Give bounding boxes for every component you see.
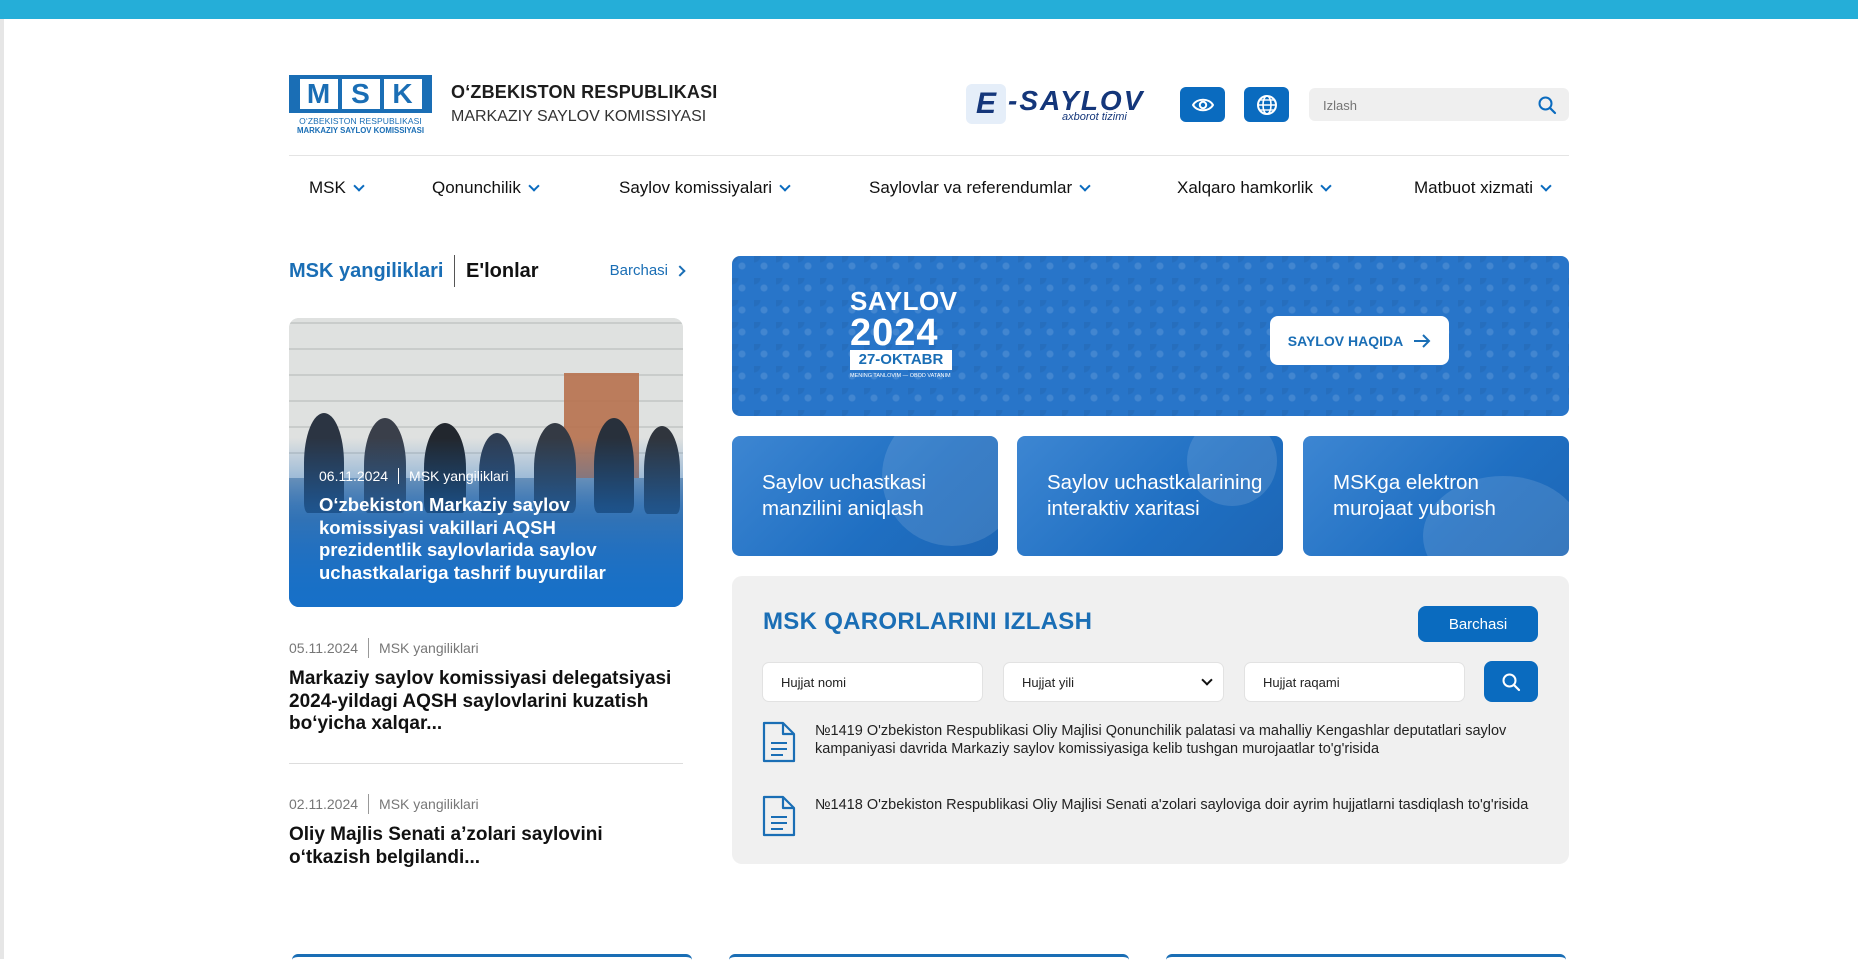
card-find-polling-station[interactable]: Saylov uchastkasi manzilini aniqlash <box>732 436 998 556</box>
doc-year-select[interactable]: Hujjat yili <box>1003 662 1224 702</box>
next-section-card-edge <box>292 954 692 962</box>
msk-logo[interactable]: M S K O‘ZBEKISTON RESPUBLIKASI MARKAZIY … <box>289 75 432 136</box>
chevron-down-icon <box>1540 180 1552 192</box>
chevron-down-icon <box>1201 674 1213 686</box>
news-meta: 02.11.2024 MSK yangiliklari <box>289 794 683 814</box>
document-icon <box>762 721 796 763</box>
nav-item-saylov-komissiyalari[interactable]: Saylov komissiyalari <box>619 178 791 198</box>
chevron-down-icon <box>353 180 365 192</box>
header-divider <box>289 155 1569 156</box>
nav-label: Xalqaro hamkorlik <box>1177 178 1314 197</box>
decisions-all-button[interactable]: Barchasi <box>1418 606 1538 642</box>
logo-letter-m: M <box>299 78 338 109</box>
page-container: M S K O‘ZBEKISTON RESPUBLIKASI MARKAZIY … <box>289 0 1569 959</box>
doc-name-field[interactable]: Hujjat nomi <box>762 662 983 702</box>
nav-label: Saylov komissiyalari <box>619 178 773 197</box>
news-all-label: Barchasi <box>609 262 668 279</box>
news-date: 02.11.2024 <box>289 796 359 812</box>
next-section-card-edge <box>1166 954 1566 962</box>
card-label: MSKga elektron murojaat yuborish <box>1333 471 1496 520</box>
doc-year-value: Hujjat yili <box>1022 674 1075 690</box>
chevron-down-icon <box>1079 180 1091 192</box>
logo-subtitle-2: MARKAZIY SAYLOV KOMISSIYASI <box>296 126 425 135</box>
esaylov-logo-link[interactable]: E -SAYLOV axborot tizimi <box>966 83 1146 125</box>
card-label: Saylov uchastkalarining interaktiv xarit… <box>1047 471 1263 520</box>
document-icon <box>762 795 796 837</box>
accessibility-button[interactable] <box>1180 87 1225 122</box>
nav-item-saylovlar[interactable]: Saylovlar va referendumlar <box>869 178 1091 198</box>
news-item[interactable]: 05.11.2024 MSK yangiliklari Markaziy say… <box>289 638 683 736</box>
featured-title[interactable]: O‘zbekiston Markaziy saylov komissiyasi … <box>319 494 659 584</box>
nav-item-xalqaro[interactable]: Xalqaro hamkorlik <box>1177 178 1332 198</box>
doc-number-field[interactable]: Hujjat raqami <box>1244 662 1465 702</box>
esaylov-subtitle: axborot tizimi <box>1062 111 1127 123</box>
banner-year: 2024 <box>850 312 939 354</box>
org-name-line1: O‘ZBEKISTON RESPUBLIKASI <box>451 82 718 102</box>
chevron-down-icon <box>779 180 791 192</box>
nav-label: Matbuot xizmati <box>1414 178 1534 197</box>
search-input[interactable] <box>1309 88 1545 123</box>
eye-icon <box>1191 98 1214 111</box>
saylov-haqida-label: SAYLOV HAQIDA <box>1287 332 1404 349</box>
news-item[interactable]: 02.11.2024 MSK yangiliklari Oliy Majlis … <box>289 794 683 869</box>
banner-date: 27-OKTABR <box>850 350 952 370</box>
card-electronic-appeal[interactable]: MSKga elektron murojaat yuborish <box>1303 436 1569 556</box>
org-name-line2: MARKAZIY SAYLOV KOMISSIYASI <box>451 108 707 125</box>
featured-category[interactable]: MSK yangiliklari <box>409 468 509 484</box>
tab-msk-news[interactable]: MSK yangiliklari <box>289 260 444 283</box>
logo-subtitle-1: O‘ZBEKISTON RESPUBLIKASI <box>299 116 422 126</box>
chevron-down-icon <box>528 180 540 192</box>
nav-item-matbuot[interactable]: Matbuot xizmati <box>1414 178 1552 198</box>
site-search <box>1309 88 1569 123</box>
meta-divider <box>368 638 370 658</box>
saylov-haqida-button[interactable]: SAYLOV HAQIDA <box>1270 316 1449 365</box>
next-section-card-edge <box>729 954 1129 962</box>
tab-announcements[interactable]: E'lonlar <box>466 260 539 283</box>
nav-label: Qonunchilik <box>432 178 521 197</box>
language-button[interactable] <box>1244 87 1289 122</box>
decision-title[interactable]: №1419 O'zbekiston Respublikasi Oliy Majl… <box>815 722 1535 758</box>
news-all-link[interactable]: Barchasi <box>609 262 686 279</box>
search-icon <box>1502 673 1521 691</box>
decisions-search-panel: MSK QARORLARINI IZLASH Barchasi Hujjat n… <box>732 576 1569 864</box>
arrow-right-icon <box>1414 333 1431 348</box>
featured-date: 06.11.2024 <box>319 468 389 484</box>
decisions-search-button[interactable] <box>1484 661 1538 702</box>
esaylov-e-icon: E <box>966 84 1006 124</box>
news-tabs: MSK yangiliklari E'lonlar Barchasi <box>289 255 686 287</box>
card-interactive-map[interactable]: Saylov uchastkalarining interaktiv xarit… <box>1017 436 1283 556</box>
nav-label: Saylovlar va referendumlar <box>869 178 1073 197</box>
chevron-down-icon <box>1320 180 1332 192</box>
news-date: 05.11.2024 <box>289 640 359 656</box>
decision-title[interactable]: №1418 O'zbekiston Respublikasi Oliy Majl… <box>815 796 1535 814</box>
nav-item-qonunchilik[interactable]: Qonunchilik <box>432 178 540 198</box>
news-category[interactable]: MSK yangiliklari <box>379 796 479 812</box>
news-title[interactable]: Oliy Majlis Senati a’zolari saylovini o‘… <box>289 824 683 869</box>
meta-divider <box>398 468 400 484</box>
tab-divider <box>454 255 455 287</box>
decisions-title: MSK QARORLARINI IZLASH <box>763 608 1093 635</box>
news-divider <box>289 763 683 764</box>
logo-letter-s: S <box>341 78 380 109</box>
globe-icon <box>1256 94 1277 115</box>
meta-divider <box>368 794 370 814</box>
logo-letter-k: K <box>383 78 422 109</box>
featured-news-card[interactable]: 06.11.2024 MSK yangiliklari O‘zbekiston … <box>289 318 683 607</box>
news-title[interactable]: Markaziy saylov komissiyasi delegatsiyas… <box>289 668 683 736</box>
banner-slogan: MENING TANLOVIM — OBOD VATANIM <box>850 373 951 379</box>
nav-label: MSK <box>309 178 346 197</box>
news-category[interactable]: MSK yangiliklari <box>379 640 479 656</box>
election-banner: SAYLOV 2024 27-OKTABR MENING TANLOVIM — … <box>732 256 1569 416</box>
search-icon[interactable] <box>1537 95 1557 120</box>
news-meta: 05.11.2024 MSK yangiliklari <box>289 638 683 658</box>
chevron-right-icon <box>674 264 686 277</box>
featured-meta: 06.11.2024 MSK yangiliklari <box>319 468 509 484</box>
nav-item-msk[interactable]: MSK <box>309 178 365 198</box>
left-edge-line <box>0 19 4 959</box>
card-label: Saylov uchastkasi manzilini aniqlash <box>762 471 927 520</box>
main-nav: MSK Qonunchilik Saylov komissiyalari Say… <box>289 178 1569 202</box>
